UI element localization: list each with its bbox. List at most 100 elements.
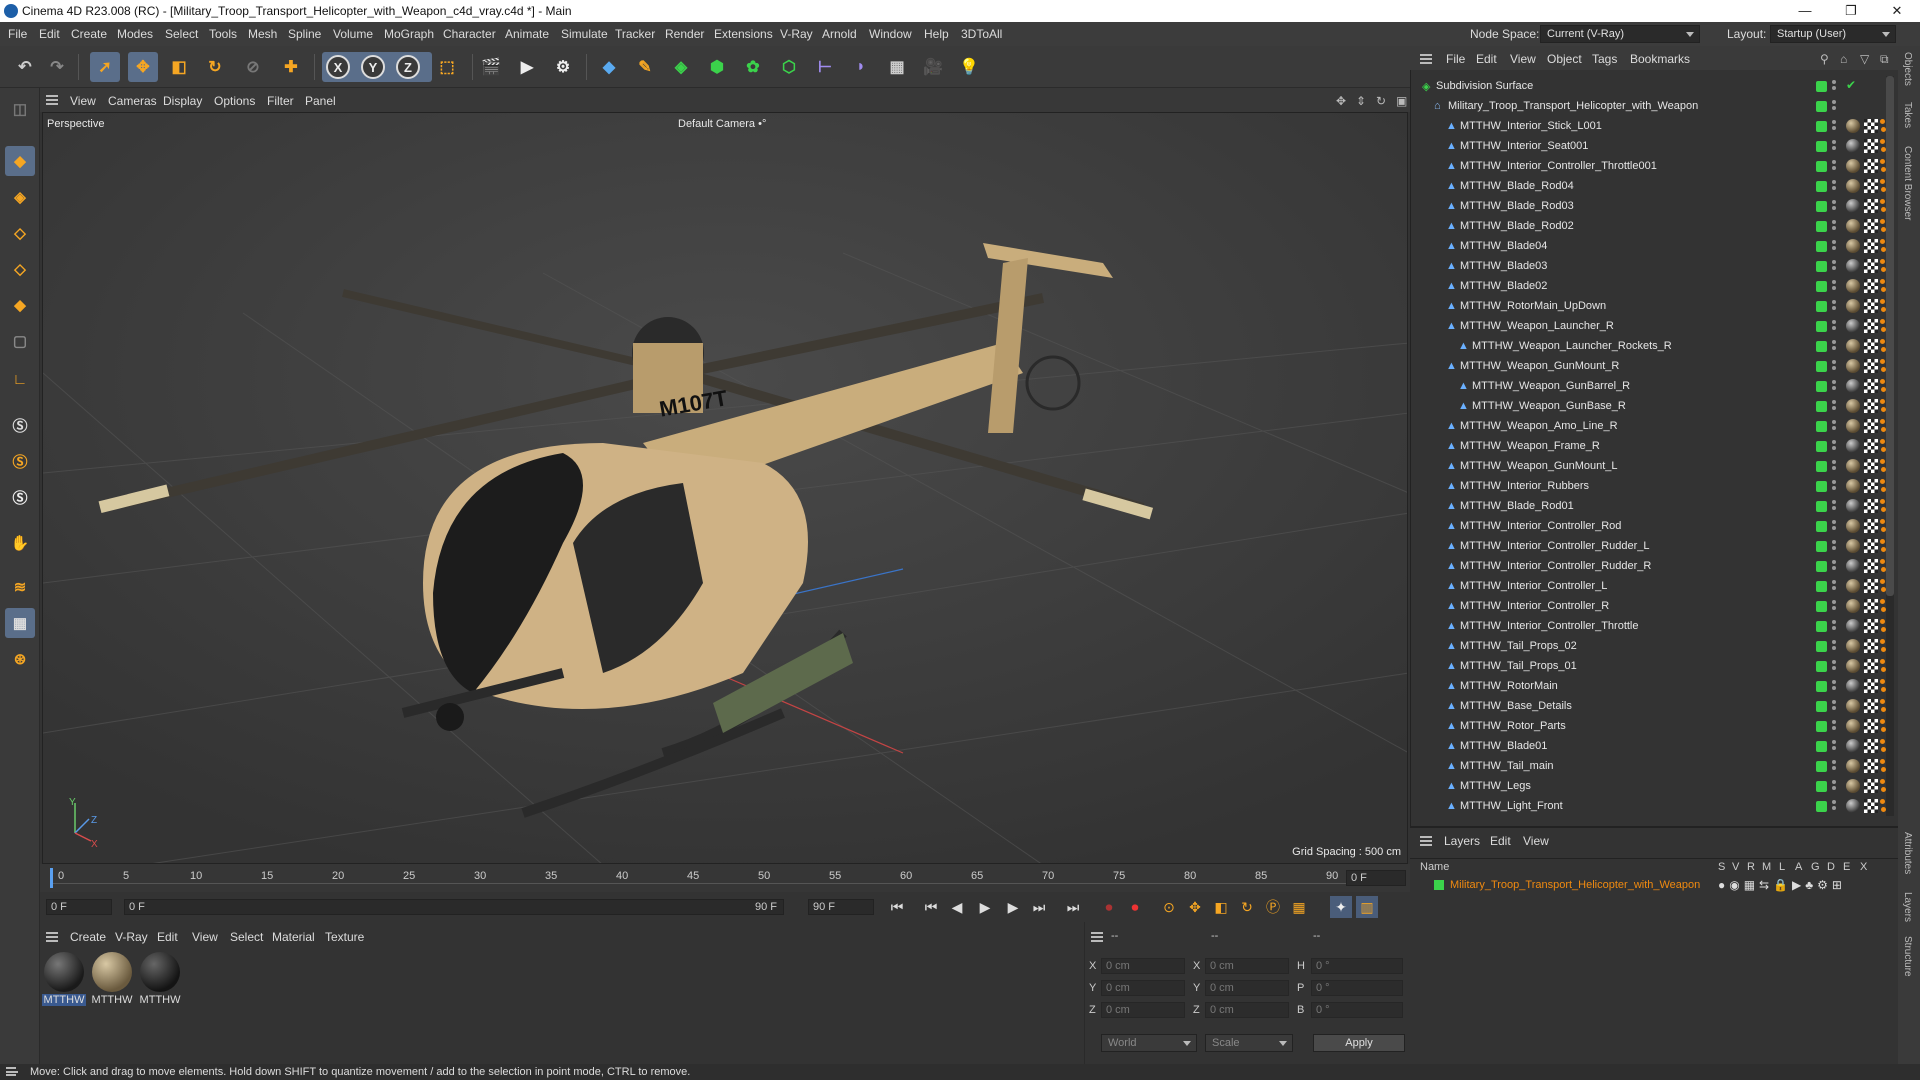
visibility-dots[interactable] — [1832, 520, 1836, 532]
layer-color-indicator[interactable] — [1816, 121, 1827, 132]
subdivision-generator-icon[interactable]: ◈ — [666, 52, 696, 82]
viewport-menu-icon[interactable] — [46, 95, 58, 105]
menu-edit[interactable]: Edit — [39, 27, 60, 41]
menu-tracker[interactable]: Tracker — [615, 27, 655, 41]
key-param-icon[interactable]: Ⓟ — [1262, 896, 1284, 918]
y-axis-lock-icon[interactable]: Y — [361, 55, 385, 79]
previous-frame-icon[interactable]: ◀ — [946, 896, 968, 918]
menu-select[interactable]: Select — [165, 27, 198, 41]
menu-mesh[interactable]: Mesh — [248, 27, 277, 41]
layer-menu-view[interactable]: View — [1523, 834, 1549, 848]
scale-tool-icon[interactable]: ◧ — [164, 52, 194, 82]
object-row[interactable]: ▲ MTTHW_Weapon_Launcher_Rockets_R — [1412, 336, 1891, 356]
viewport-toggle-icon[interactable]: ▣ — [1396, 94, 1407, 108]
uvw-tag-icon[interactable] — [1864, 539, 1878, 553]
visibility-dots[interactable] — [1832, 380, 1836, 392]
visibility-dots[interactable] — [1832, 500, 1836, 512]
edges-mode-icon[interactable]: ◇ — [5, 254, 35, 284]
object-menu-icon[interactable] — [1420, 54, 1432, 64]
object-row[interactable]: ▲ MTTHW_RotorMain_UpDown — [1412, 296, 1891, 316]
uvw-tag-icon[interactable] — [1864, 299, 1878, 313]
render-view-icon[interactable]: 🎬 — [476, 52, 506, 82]
material-menu-vray[interactable]: V-Ray — [115, 930, 148, 944]
material-tag-icon[interactable] — [1846, 599, 1860, 613]
visibility-dots[interactable] — [1832, 660, 1836, 672]
layer-color-indicator[interactable] — [1816, 221, 1827, 232]
material-tag-icon[interactable] — [1846, 699, 1860, 713]
visibility-dots[interactable] — [1832, 220, 1836, 232]
render-to-picture-viewer-icon[interactable]: ▶ — [512, 52, 542, 82]
object-row[interactable]: ▲ MTTHW_Tail_Props_01 — [1412, 656, 1891, 676]
layer-color-indicator[interactable] — [1816, 501, 1827, 512]
viewport-dolly-icon[interactable]: ⇕ — [1356, 94, 1366, 108]
layer-color-swatch[interactable] — [1434, 880, 1444, 890]
layer-color-indicator[interactable] — [1816, 681, 1827, 692]
object-search-icon[interactable]: ⚲ — [1820, 52, 1829, 66]
key-pla-icon[interactable]: ▦ — [1288, 896, 1310, 918]
layer-color-indicator[interactable] — [1816, 541, 1827, 552]
material-menu-edit[interactable]: Edit — [157, 930, 178, 944]
visibility-dots[interactable] — [1832, 340, 1836, 352]
menu-window[interactable]: Window — [869, 27, 912, 41]
layer-color-indicator[interactable] — [1816, 101, 1827, 112]
visibility-dots[interactable] — [1832, 800, 1836, 812]
visibility-dots[interactable] — [1832, 100, 1836, 112]
material-tag-icon[interactable] — [1846, 539, 1860, 553]
layer-color-indicator[interactable] — [1816, 441, 1827, 452]
menu-simulate[interactable]: Simulate — [561, 27, 608, 41]
object-row[interactable]: ▲ MTTHW_Blade_Rod03 — [1412, 196, 1891, 216]
layer-color-indicator[interactable] — [1816, 241, 1827, 252]
layer-flags[interactable]: ●◉▦⇆🔒▶♣⚙⊞ — [1718, 878, 1846, 892]
object-row[interactable]: ⌂ Military_Troop_Transport_Helicopter_wit… — [1412, 96, 1882, 116]
material-menu-create[interactable]: Create — [70, 930, 106, 944]
menu-create[interactable]: Create — [71, 27, 107, 41]
object-home-icon[interactable]: ⌂ — [1840, 52, 1847, 66]
menu-vray[interactable]: V-Ray — [780, 27, 813, 41]
layer-color-indicator[interactable] — [1816, 361, 1827, 372]
object-row[interactable]: ▲ MTTHW_Interior_Stick_L001 — [1412, 116, 1891, 136]
visibility-dots[interactable] — [1832, 280, 1836, 292]
uvw-tag-icon[interactable] — [1864, 459, 1878, 473]
viewport-menu-filter[interactable]: Filter — [267, 94, 294, 108]
object-row[interactable]: ▲ MTTHW_Interior_Seat001 — [1412, 136, 1891, 156]
size-mode-dropdown[interactable]: Scale — [1205, 1034, 1293, 1052]
coordinate-mode-dropdown[interactable]: World — [1101, 1034, 1197, 1052]
visibility-dots[interactable] — [1832, 460, 1836, 472]
object-menu-bookmarks[interactable]: Bookmarks — [1630, 52, 1690, 66]
current-frame-field[interactable]: 0 F — [1346, 870, 1406, 886]
menu-arnold[interactable]: Arnold — [822, 27, 857, 41]
material-tag-icon[interactable] — [1846, 359, 1860, 373]
layer-menu-layers[interactable]: Layers — [1444, 834, 1480, 848]
visibility-dots[interactable] — [1832, 540, 1836, 552]
viewport-menu-cameras[interactable]: Cameras — [108, 94, 157, 108]
material-swatch[interactable]: MTTHW — [90, 952, 134, 1010]
visibility-dots[interactable] — [1832, 200, 1836, 212]
visibility-dots[interactable] — [1832, 620, 1836, 632]
light-icon[interactable]: 💡 — [954, 52, 984, 82]
layer-color-indicator[interactable] — [1816, 421, 1827, 432]
preview-range-slider[interactable]: 0 F 90 F — [124, 899, 784, 915]
keyframe-selection-icon[interactable]: ⊙ — [1158, 896, 1180, 918]
workplane-icon[interactable]: ≋ — [5, 572, 35, 602]
material-tag-icon[interactable] — [1846, 239, 1860, 253]
menu-character[interactable]: Character — [443, 27, 496, 41]
camera-icon[interactable]: 🎥 — [918, 52, 948, 82]
visibility-dots[interactable] — [1832, 120, 1836, 132]
layer-color-indicator[interactable] — [1816, 481, 1827, 492]
object-row[interactable]: ▲ MTTHW_Blade03 — [1412, 256, 1891, 276]
visibility-dots[interactable] — [1832, 80, 1836, 92]
model-mode-icon[interactable]: ◆ — [5, 146, 35, 176]
position-y-field[interactable]: 0 cm — [1101, 980, 1185, 996]
object-row[interactable]: ◈ Subdivision Surface ✔ — [1412, 76, 1882, 96]
viewport-pan-icon[interactable]: ✥ — [1336, 94, 1346, 108]
render-settings-icon[interactable]: ⚙ — [548, 52, 578, 82]
material-tag-icon[interactable] — [1846, 179, 1860, 193]
uvw-tag-icon[interactable] — [1864, 239, 1878, 253]
position-x-field[interactable]: 0 cm — [1101, 958, 1185, 974]
visibility-dots[interactable] — [1832, 180, 1836, 192]
coordinate-system-icon[interactable]: ⬚ — [432, 52, 462, 82]
layer-color-indicator[interactable] — [1816, 601, 1827, 612]
layer-menu-edit[interactable]: Edit — [1490, 834, 1511, 848]
object-row[interactable]: ▲ MTTHW_Blade_Rod02 — [1412, 216, 1891, 236]
material-menu-view[interactable]: View — [192, 930, 218, 944]
